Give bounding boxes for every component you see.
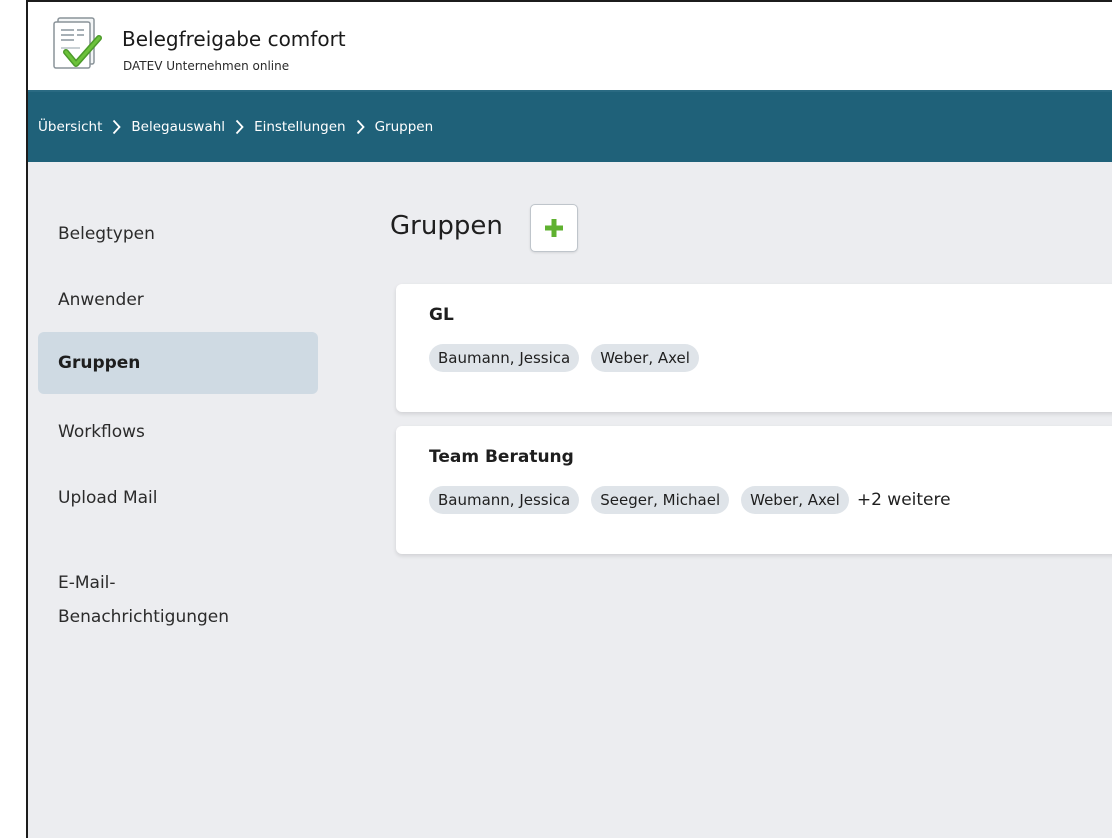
member-chip: Baumann, Jessica bbox=[429, 344, 580, 372]
group-name: GL bbox=[429, 305, 454, 325]
document-check-icon bbox=[52, 16, 104, 72]
chevron-right-icon bbox=[235, 119, 244, 135]
sidebar-item-email-benachrichtigungen[interactable]: E-Mail- Benachrichtigungen bbox=[38, 532, 318, 634]
sidebar-item-label: Upload Mail bbox=[58, 488, 158, 508]
group-card-gl[interactable]: GL Baumann, Jessica Weber, Axel bbox=[396, 284, 1112, 412]
sidebar-item-workflows[interactable]: Workflows bbox=[38, 420, 318, 444]
chevron-right-icon bbox=[356, 119, 365, 135]
member-chip: Weber, Axel bbox=[591, 344, 699, 372]
member-chip: Seeger, Michael bbox=[591, 486, 730, 514]
app-subtitle: DATEV Unternehmen online bbox=[123, 59, 290, 73]
chevron-right-icon bbox=[112, 119, 122, 135]
add-group-button[interactable] bbox=[530, 204, 578, 252]
breadcrumb-item-uebersicht[interactable]: Übersicht bbox=[38, 119, 102, 135]
group-members: Baumann, Jessica Weber, Axel bbox=[429, 344, 699, 372]
plus-icon bbox=[545, 219, 563, 237]
member-chip: Baumann, Jessica bbox=[429, 486, 580, 514]
sidebar-item-gruppen[interactable]: Gruppen bbox=[38, 332, 318, 394]
sidebar-item-label: Belegtypen bbox=[58, 224, 155, 244]
group-name: Team Beratung bbox=[429, 447, 574, 467]
breadcrumb-item-belegauswahl[interactable]: Belegauswahl bbox=[131, 119, 225, 135]
breadcrumb-item-gruppen: Gruppen bbox=[374, 119, 434, 135]
sidebar-item-label: Gruppen bbox=[58, 353, 141, 373]
sidebar-item-upload-mail[interactable]: Upload Mail bbox=[38, 486, 318, 510]
app-window: Belegfreigabe comfort DATEV Unternehmen … bbox=[26, 0, 1112, 838]
app-title: Belegfreigabe comfort bbox=[122, 27, 346, 51]
app-header: Belegfreigabe comfort DATEV Unternehmen … bbox=[28, 2, 1112, 92]
breadcrumb: Übersicht Belegauswahl Einstellungen Gru… bbox=[28, 92, 1112, 162]
page-title: Gruppen bbox=[390, 211, 503, 241]
group-members: Baumann, Jessica Seeger, Michael Weber, … bbox=[429, 486, 951, 514]
breadcrumb-item-einstellungen[interactable]: Einstellungen bbox=[254, 119, 346, 135]
sidebar-item-anwender[interactable]: Anwender bbox=[38, 288, 318, 312]
sidebar-item-label: E-Mail- Benachrichtigungen bbox=[58, 573, 230, 627]
sidebar-item-label: Workflows bbox=[58, 422, 145, 442]
more-members-count: +2 weitere bbox=[856, 490, 951, 510]
sidebar-item-label: Anwender bbox=[58, 290, 144, 310]
group-card-team-beratung[interactable]: Team Beratung Baumann, Jessica Seeger, M… bbox=[396, 426, 1112, 554]
sidebar-item-belegtypen[interactable]: Belegtypen bbox=[38, 222, 318, 246]
member-chip: Weber, Axel bbox=[741, 486, 849, 514]
